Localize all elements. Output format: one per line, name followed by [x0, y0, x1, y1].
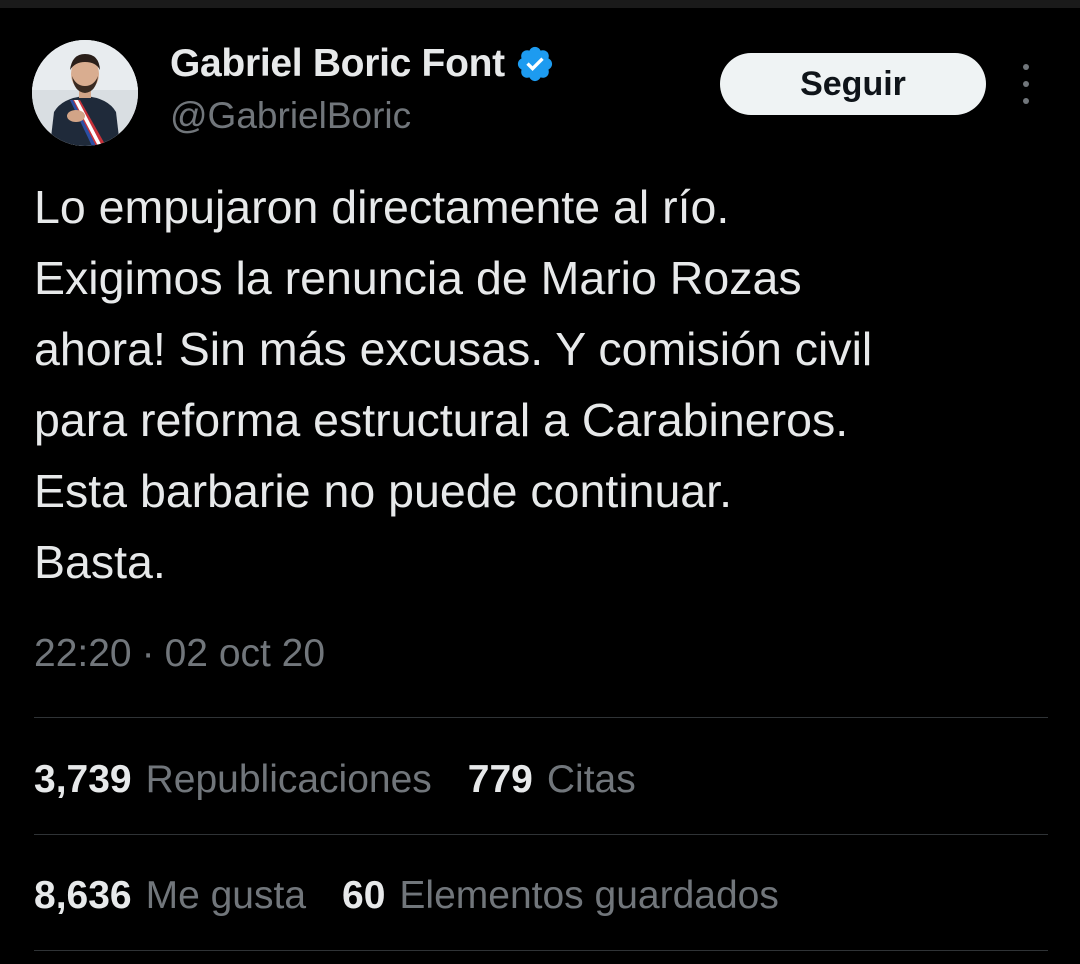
- tweet-date: 02 oct 20: [164, 632, 326, 675]
- follow-button[interactable]: Seguir: [720, 53, 986, 115]
- tweet-line: Exigimos la renuncia de Mario Rozas: [34, 252, 802, 304]
- reposts-label: Republicaciones: [145, 758, 432, 801]
- quotes-label: Citas: [546, 758, 636, 801]
- author-name-row: Gabriel Boric Font: [170, 40, 555, 88]
- bookmarks-stat[interactable]: 60 Elementos guardados: [342, 874, 779, 918]
- tweet-text: Lo empujaron directamente al río. Exigim…: [34, 172, 1054, 598]
- likes-count: 8,636: [34, 874, 132, 917]
- likes-stat[interactable]: 8,636 Me gusta: [34, 874, 306, 918]
- tweet-line: Lo empujaron directamente al río.: [34, 181, 730, 233]
- reposts-stat[interactable]: 3,739 Republicaciones: [34, 758, 432, 802]
- tweet-timestamp[interactable]: 22:20 · 02 oct 20: [34, 632, 325, 676]
- likes-label: Me gusta: [145, 874, 307, 917]
- bookmarks-count: 60: [342, 874, 386, 917]
- quotes-count: 779: [467, 758, 533, 801]
- tweet-line: ahora! Sin más excusas. Y comisión civil: [34, 323, 873, 375]
- top-border: [0, 0, 1080, 8]
- author-handle[interactable]: @GabrielBoric: [170, 95, 411, 137]
- tweet-line: para reforma estructural a Carabineros.: [34, 394, 849, 446]
- tweet-line: Basta.: [34, 536, 166, 588]
- verified-badge-icon: [515, 44, 555, 84]
- stats-row-reposts: 3,739 Republicaciones 779 Citas: [34, 758, 672, 802]
- display-name[interactable]: Gabriel Boric Font: [170, 42, 505, 86]
- divider: [34, 717, 1048, 718]
- timestamp-separator: ·: [141, 632, 155, 675]
- avatar[interactable]: [32, 40, 138, 146]
- stats-row-likes: 8,636 Me gusta 60 Elementos guardados: [34, 874, 815, 918]
- quotes-stat[interactable]: 779 Citas: [468, 758, 636, 802]
- more-dot: [1023, 98, 1029, 104]
- more-dot: [1023, 64, 1029, 70]
- reposts-count: 3,739: [34, 758, 132, 801]
- divider: [34, 834, 1048, 835]
- avatar-image: [32, 40, 138, 146]
- divider: [34, 950, 1048, 951]
- more-dot: [1023, 81, 1029, 87]
- more-options-icon[interactable]: [1012, 64, 1040, 104]
- bookmarks-label: Elementos guardados: [399, 874, 779, 917]
- tweet-time: 22:20: [34, 632, 132, 675]
- tweet-line: Esta barbarie no puede continuar.: [34, 465, 732, 517]
